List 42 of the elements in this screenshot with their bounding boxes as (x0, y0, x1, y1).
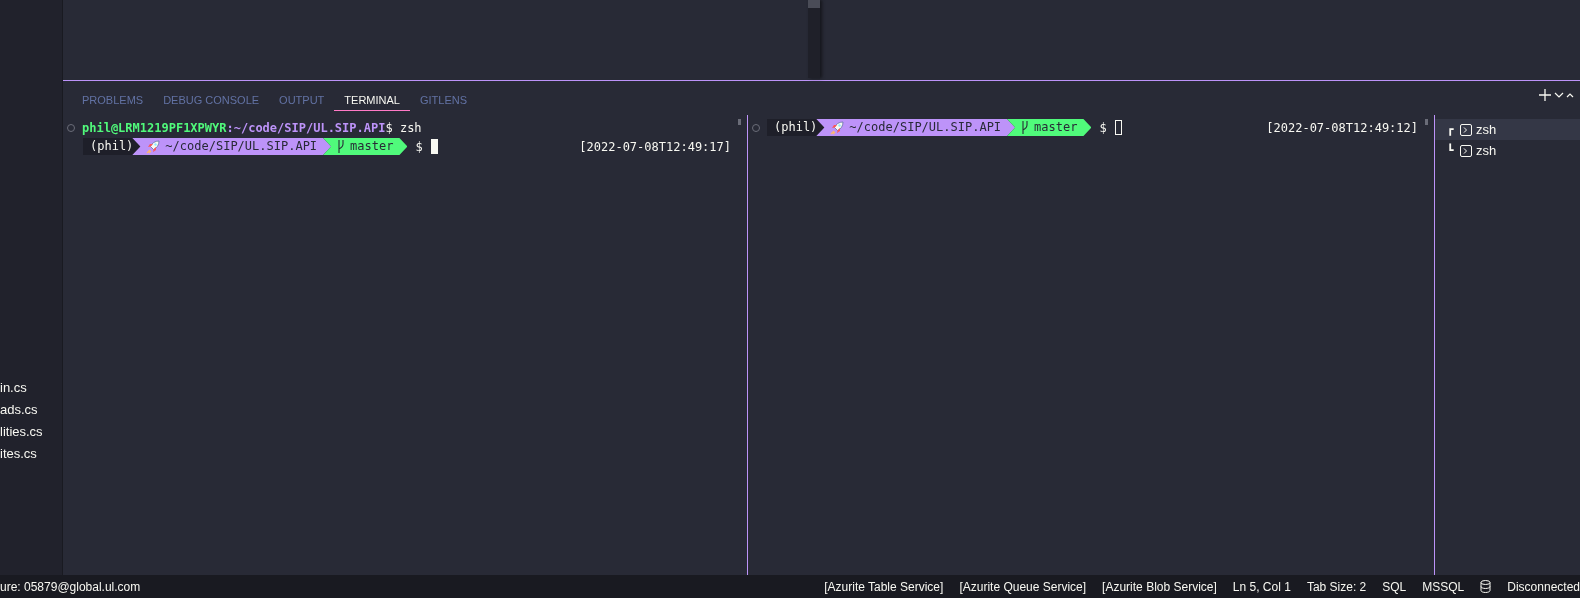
connection-status[interactable]: Disconnected (1507, 579, 1580, 594)
command-text: $ zsh (385, 120, 422, 135)
timestamp: [2022-07-08T12:49:12] (1266, 120, 1418, 135)
file-name[interactable]: ites.cs (0, 443, 37, 465)
status-item[interactable]: [Azurite Table Service] (824, 579, 944, 594)
branch-icon (337, 140, 346, 153)
prompt-user: phil@LRM1219PF1XPWYR (82, 120, 227, 135)
terminal-icon (1460, 123, 1472, 136)
terminal-list-item[interactable]: ┗ zsh (1435, 140, 1580, 161)
status-item[interactable]: SQL (1382, 579, 1407, 594)
status-item[interactable]: [Azurite Blob Service] (1102, 579, 1217, 594)
prompt-path: :~/code/SIP/UL.SIP.API (226, 120, 386, 135)
prompt-symbol: $ (415, 139, 423, 154)
chevron-up-icon[interactable] (1566, 91, 1574, 99)
branch-segment: master (323, 138, 408, 155)
timestamp: [2022-07-08T12:49:17] (579, 139, 731, 154)
status-item[interactable]: MSSQL (1422, 579, 1465, 594)
rocket-icon (146, 139, 161, 154)
scrollbar[interactable] (808, 0, 820, 78)
env-segment: (phil) (767, 119, 825, 136)
database-icon[interactable] (1480, 580, 1492, 593)
branch-segment: master (1007, 119, 1092, 136)
status-item[interactable]: Tab Size: 2 (1306, 579, 1367, 594)
file-name[interactable]: in.cs (0, 377, 27, 399)
rocket-icon (830, 120, 845, 135)
env-segment: (phil) (83, 138, 141, 155)
prompt-symbol: $ (1099, 120, 1107, 135)
panel-tab[interactable]: TERMINAL (334, 85, 410, 111)
scrollbar[interactable] (1425, 119, 1428, 125)
file-name[interactable]: lities.cs (0, 421, 43, 443)
chevron-down-icon[interactable] (1554, 91, 1564, 99)
branch-icon (1021, 121, 1030, 134)
scrollbar[interactable] (738, 119, 741, 125)
path-segment: ~/code/SIP/UL.SIP.API (816, 119, 1016, 136)
file-name[interactable]: ads.cs (0, 399, 38, 421)
path-segment: ~/code/SIP/UL.SIP.API (132, 138, 332, 155)
status-item[interactable]: Ln 5, Col 1 (1232, 579, 1291, 594)
terminal-list-item[interactable]: ┏ zsh (1435, 119, 1580, 140)
account-status[interactable]: ure: 05879@global.ul.com (0, 579, 141, 594)
plus-icon[interactable] (1538, 88, 1552, 102)
terminal-icon (1460, 144, 1472, 157)
status-item[interactable]: [Azurite Queue Service] (959, 579, 1087, 594)
